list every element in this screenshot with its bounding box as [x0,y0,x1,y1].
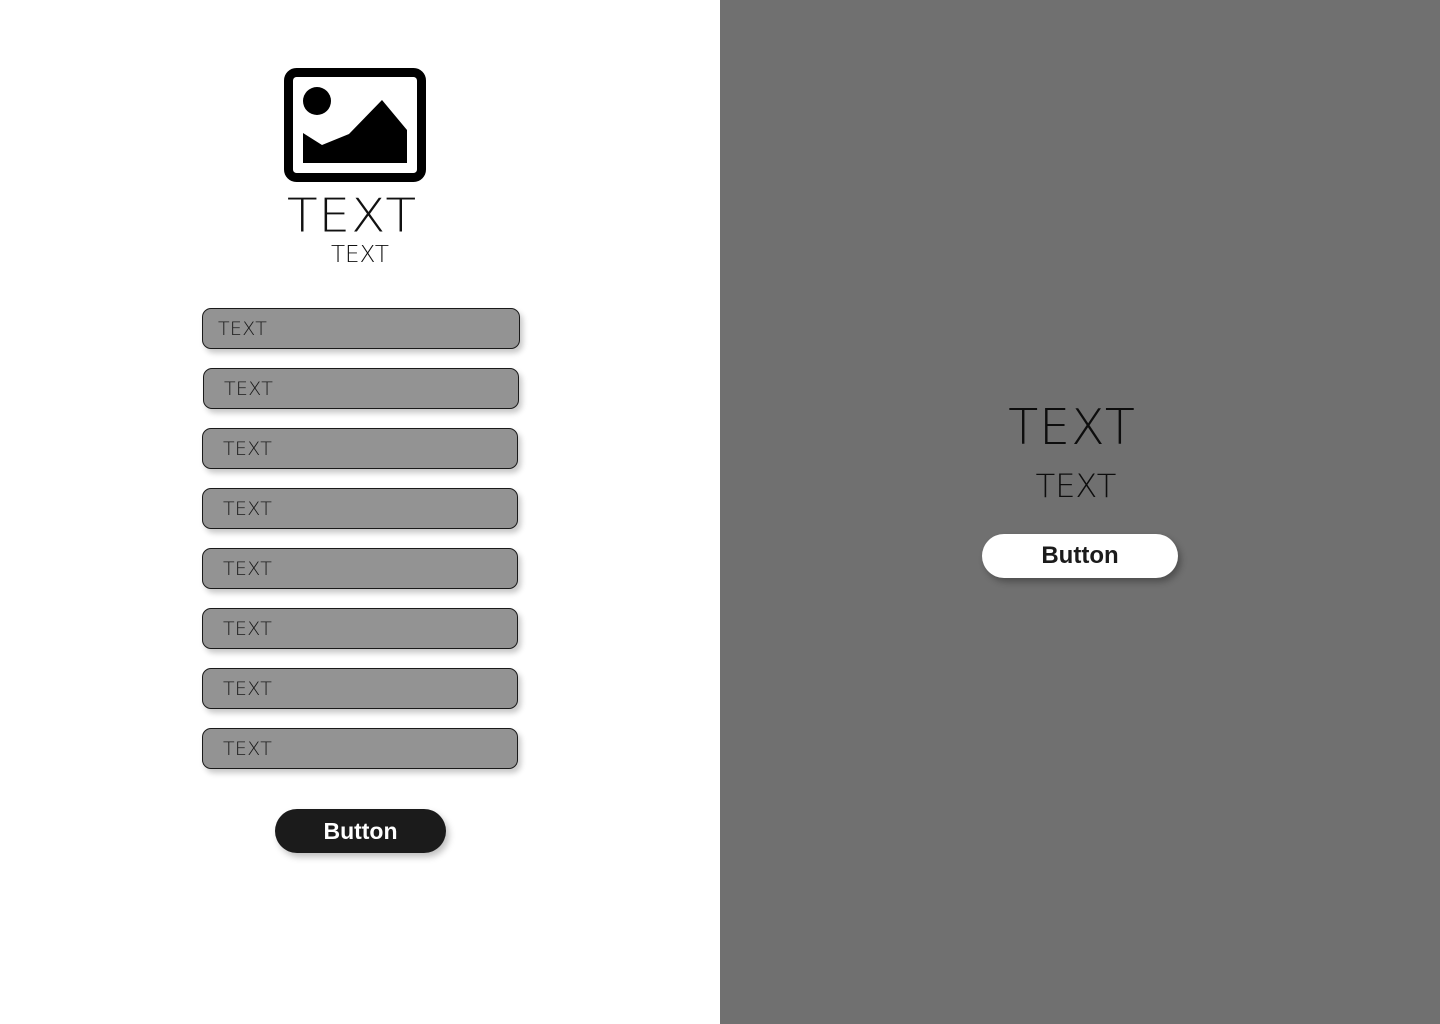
field-1[interactable]: TEXT [202,308,520,349]
right-subtitle: TEXT [1035,467,1117,505]
image-icon [284,68,426,182]
field-2[interactable]: TEXT [203,368,519,409]
field-label: TEXT [218,317,268,340]
left-submit-button[interactable]: Button [275,809,446,853]
right-action-button[interactable]: Button [982,534,1178,578]
field-label: TEXT [223,437,273,460]
page: TEXT TEXT TEXT TEXT TEXT TEXT TEXT TEXT … [0,0,1440,1024]
field-5[interactable]: TEXT [202,548,518,589]
field-label: TEXT [223,497,273,520]
field-label: TEXT [223,617,273,640]
field-label: TEXT [224,377,274,400]
right-panel [720,0,1440,1024]
left-subtitle: TEXT [331,242,389,268]
field-label: TEXT [223,677,273,700]
left-title: TEXT [286,189,418,243]
field-6[interactable]: TEXT [202,608,518,649]
field-7[interactable]: TEXT [202,668,518,709]
field-label: TEXT [223,737,273,760]
right-title: TEXT [1008,399,1136,456]
left-panel: TEXT TEXT TEXT TEXT TEXT TEXT TEXT TEXT … [0,0,720,1024]
field-8[interactable]: TEXT [202,728,518,769]
field-label: TEXT [223,557,273,580]
field-4[interactable]: TEXT [202,488,518,529]
field-3[interactable]: TEXT [202,428,518,469]
